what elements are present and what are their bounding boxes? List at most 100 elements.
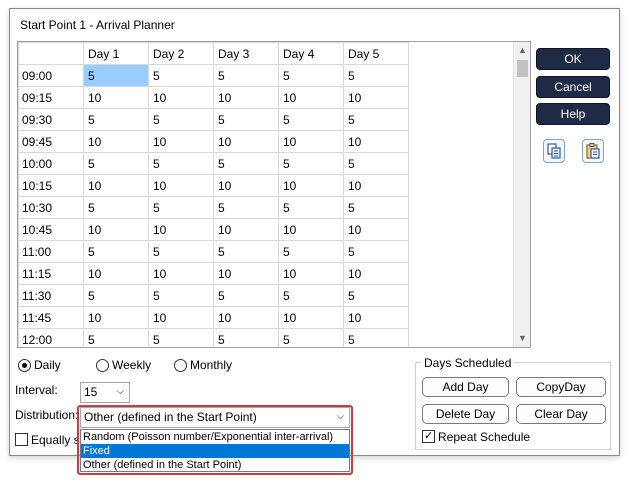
radio-daily-indicator[interactable]: [18, 358, 31, 372]
grid-cell[interactable]: 5: [343, 240, 409, 263]
grid-cell[interactable]: 5: [213, 284, 279, 307]
grid-cell[interactable]: 10: [213, 262, 279, 285]
grid-cell[interactable]: 5: [148, 328, 214, 347]
row-header-time[interactable]: 11:00: [18, 240, 84, 263]
grid-cell[interactable]: 5: [343, 108, 409, 131]
scroll-down-icon[interactable]: ▼: [514, 330, 530, 347]
grid-cell[interactable]: 5: [83, 240, 149, 263]
radio-daily[interactable]: Daily: [18, 358, 61, 372]
row-header-time[interactable]: 09:00: [18, 64, 84, 87]
grid-cell[interactable]: 5: [148, 196, 214, 219]
grid-cell[interactable]: 10: [148, 86, 214, 109]
grid-cell[interactable]: 5: [343, 196, 409, 219]
grid-cell[interactable]: 10: [83, 174, 149, 197]
row-header-time[interactable]: 09:15: [18, 86, 84, 109]
grid-cell[interactable]: 5: [83, 108, 149, 131]
grid-vertical-scrollbar[interactable]: ▲ ▼: [513, 42, 530, 347]
grid-cell[interactable]: 5: [213, 240, 279, 263]
clear-day-button[interactable]: Clear Day: [516, 404, 606, 424]
repeat-schedule-checkbox[interactable]: [422, 429, 435, 443]
grid-cell[interactable]: 5: [83, 152, 149, 175]
grid-cell[interactable]: 10: [148, 262, 214, 285]
grid-cell[interactable]: 10: [278, 218, 344, 241]
grid-cell[interactable]: 10: [83, 86, 149, 109]
grid-cell[interactable]: 10: [83, 218, 149, 241]
grid-cell[interactable]: 5: [83, 64, 149, 87]
grid-cell[interactable]: 5: [213, 328, 279, 347]
grid-cell[interactable]: 10: [278, 174, 344, 197]
grid-cell[interactable]: 10: [278, 86, 344, 109]
row-header-time[interactable]: 11:15: [18, 262, 84, 285]
grid-cell[interactable]: 5: [278, 284, 344, 307]
column-header-day-5[interactable]: Day 5: [343, 42, 409, 65]
grid-cell[interactable]: 10: [148, 130, 214, 153]
interval-select[interactable]: 15 ⌵: [80, 382, 130, 403]
row-header-time[interactable]: 10:00: [18, 152, 84, 175]
grid-cell[interactable]: 10: [343, 174, 409, 197]
radio-monthly-indicator[interactable]: [174, 358, 187, 372]
column-header-day-2[interactable]: Day 2: [148, 42, 214, 65]
scroll-thumb[interactable]: [517, 60, 528, 77]
row-header-time[interactable]: 09:45: [18, 130, 84, 153]
grid-cell[interactable]: 10: [278, 130, 344, 153]
grid-cell[interactable]: 5: [83, 284, 149, 307]
scroll-up-icon[interactable]: ▲: [514, 42, 530, 59]
grid-cell[interactable]: 10: [83, 306, 149, 329]
grid-cell[interactable]: 10: [148, 218, 214, 241]
grid-cell[interactable]: 10: [213, 86, 279, 109]
grid-cell[interactable]: 5: [148, 108, 214, 131]
row-header-time[interactable]: 10:45: [18, 218, 84, 241]
help-button[interactable]: Help: [536, 103, 610, 125]
grid-cell[interactable]: 10: [213, 218, 279, 241]
grid-cell[interactable]: 10: [278, 306, 344, 329]
grid-cell[interactable]: 5: [343, 328, 409, 347]
copy-day-button[interactable]: CopyDay: [516, 377, 606, 397]
grid-cell[interactable]: 5: [278, 152, 344, 175]
row-header-time[interactable]: 11:30: [18, 284, 84, 307]
grid-cell[interactable]: 10: [343, 130, 409, 153]
delete-day-button[interactable]: Delete Day: [422, 404, 509, 424]
radio-weekly-indicator[interactable]: [96, 358, 109, 372]
row-header-time[interactable]: 10:15: [18, 174, 84, 197]
add-day-button[interactable]: Add Day: [422, 377, 509, 397]
cancel-button[interactable]: Cancel: [536, 76, 610, 98]
grid-cell[interactable]: 5: [343, 64, 409, 87]
grid-cell[interactable]: 5: [148, 240, 214, 263]
column-header-day-1[interactable]: Day 1: [83, 42, 149, 65]
grid-cell[interactable]: 5: [278, 108, 344, 131]
grid-cell[interactable]: 5: [278, 196, 344, 219]
grid-cell[interactable]: 10: [148, 174, 214, 197]
grid-cell[interactable]: 10: [278, 262, 344, 285]
grid-cell[interactable]: 10: [213, 306, 279, 329]
grid-cell[interactable]: 5: [343, 284, 409, 307]
grid-cell[interactable]: 5: [278, 240, 344, 263]
grid-cell[interactable]: 10: [83, 130, 149, 153]
grid-cell[interactable]: 5: [83, 328, 149, 347]
ok-button[interactable]: OK: [536, 48, 610, 70]
copy-button[interactable]: [543, 139, 565, 163]
column-header-day-4[interactable]: Day 4: [278, 42, 344, 65]
grid-cell[interactable]: 5: [83, 196, 149, 219]
grid-cell[interactable]: 5: [213, 196, 279, 219]
grid-cell[interactable]: 5: [213, 152, 279, 175]
grid-cell[interactable]: 10: [343, 262, 409, 285]
grid-cell[interactable]: 5: [213, 64, 279, 87]
row-header-time[interactable]: 11:45: [18, 306, 84, 329]
grid-cell[interactable]: 5: [148, 64, 214, 87]
grid-cell[interactable]: 10: [213, 130, 279, 153]
grid-cell[interactable]: 5: [343, 152, 409, 175]
grid-cell[interactable]: 10: [343, 306, 409, 329]
schedule-grid[interactable]: Day 1 Day 2 Day 3 Day 4 Day 5 09:00 5 5 5 5 5…: [17, 41, 531, 348]
grid-cell[interactable]: 10: [83, 262, 149, 285]
row-header-time[interactable]: 12:00: [18, 328, 84, 347]
grid-cell[interactable]: 10: [213, 174, 279, 197]
grid-cell[interactable]: 5: [213, 108, 279, 131]
radio-weekly[interactable]: Weekly: [96, 358, 151, 372]
row-header-time[interactable]: 10:30: [18, 196, 84, 219]
column-header-day-3[interactable]: Day 3: [213, 42, 279, 65]
grid-cell[interactable]: 10: [148, 306, 214, 329]
grid-cell[interactable]: 10: [343, 86, 409, 109]
grid-cell[interactable]: 5: [278, 328, 344, 347]
grid-cell[interactable]: 5: [148, 152, 214, 175]
grid-cell[interactable]: 5: [278, 64, 344, 87]
